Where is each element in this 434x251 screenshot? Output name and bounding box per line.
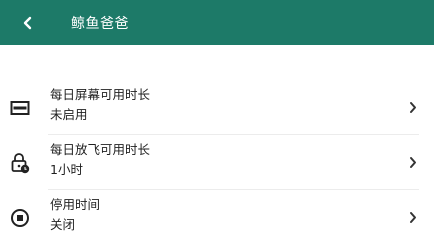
setting-value: 1小时 <box>50 162 83 177</box>
settings-list: 每日屏幕可用时长 未启用 每日放飞可用时长 1小时 停用时间 关闭 <box>0 80 434 245</box>
chevron-left-icon <box>23 16 32 29</box>
setting-value: 未启用 <box>50 107 88 122</box>
app-bar: 鲸鱼爸爸 <box>0 0 434 45</box>
chevron-right-icon <box>407 101 419 115</box>
chevron-right-icon <box>407 211 419 225</box>
setting-row-daily-screen-time[interactable]: 每日屏幕可用时长 未启用 <box>0 80 434 135</box>
page-title: 鲸鱼爸爸 <box>71 15 129 32</box>
setting-title: 每日屏幕可用时长 <box>50 87 151 102</box>
stop-circle-icon <box>10 208 30 228</box>
setting-row-daily-free-time[interactable]: 每日放飞可用时长 1小时 <box>0 135 434 190</box>
setting-title: 停用时间 <box>50 197 101 212</box>
lock-clock-icon <box>10 152 30 173</box>
setting-value: 关闭 <box>50 217 76 232</box>
setting-row-downtime[interactable]: 停用时间 关闭 <box>0 190 434 245</box>
setting-title: 每日放飞可用时长 <box>50 142 151 157</box>
screen-time-icon <box>10 98 30 118</box>
back-button[interactable] <box>17 12 39 34</box>
chevron-right-icon <box>407 156 419 170</box>
